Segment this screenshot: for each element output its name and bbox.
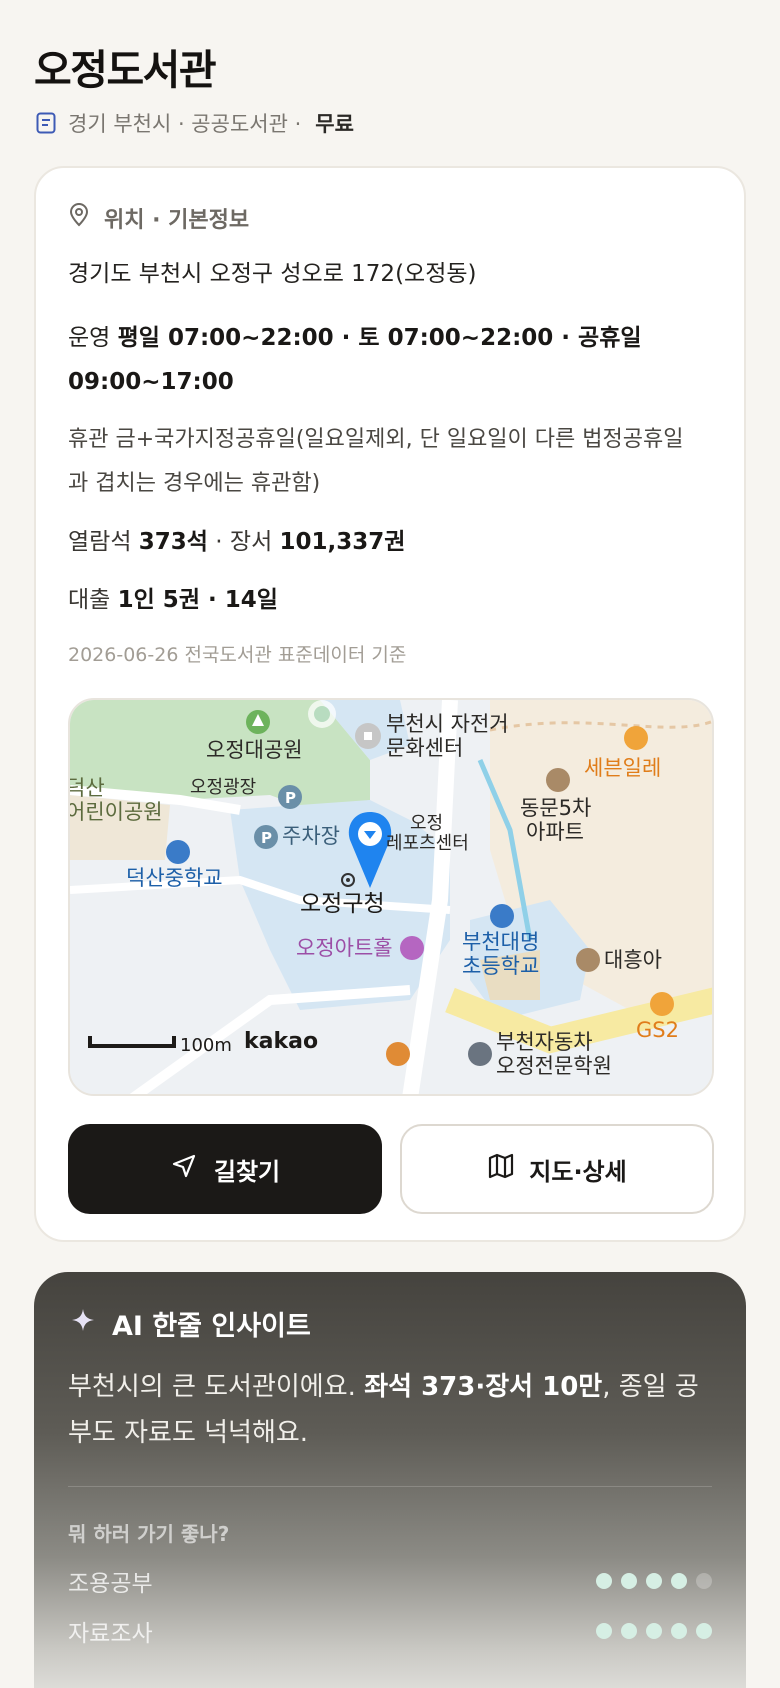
rating-dot <box>621 1623 637 1639</box>
rating-dot <box>596 1623 612 1639</box>
closed-days-text: 휴관 금+국가지정공휴일(일요일제외, 단 일요일이 다른 법정공휴일과 겹치는… <box>68 427 684 496</box>
seats-books-info: 열람석 373석 · 장서 101,337권 <box>68 522 405 556</box>
location-map[interactable]: P P 오정대공원 부천시 자전거 문화센터 오정광장 덕산 어린이공원 주차장… <box>68 698 714 1096</box>
rating-row: 조용공부 <box>68 1566 712 1597</box>
map-label-parking: 주차장 <box>282 824 340 848</box>
rating-dot <box>596 1573 612 1589</box>
info-section-title: 위치 · 기본정보 <box>104 208 250 233</box>
hours-value: 평일 07:00~22:00 · 토 07:00~22:00 · 공휴일 09:… <box>68 325 642 395</box>
ai-text-part-1: 부천시의 큰 도서관이에요. <box>68 1372 356 1402</box>
map-label-park: 오정대공원 <box>206 738 303 762</box>
map-label-art-hall: 오정아트홀 <box>296 936 393 960</box>
map-label-seven-eleven: 세븐일레 <box>584 756 662 780</box>
rating-dot <box>646 1573 662 1589</box>
data-basis-text: 2026-06-26 전국도서관 표준데이터 기준 <box>68 644 407 666</box>
map-label-gs: GS2 <box>636 1018 679 1042</box>
map-label-kids-park-1: 덕산 <box>68 776 105 800</box>
rating-dot <box>696 1573 712 1589</box>
library-detail-page: 오정도서관 경기 부천시 · 공공도서관 · 무료 위치 · 기본정보 경기도 … <box>0 0 780 1688</box>
directions-button[interactable]: 길찾기 <box>68 1124 382 1214</box>
sparkle-icon <box>70 1307 96 1340</box>
map-label-bike-center: 부천시 자전거 <box>386 712 509 736</box>
loan-info: 대출 1인 5권 · 14일 <box>68 580 278 614</box>
map-label-daeheung: 대흥아 <box>604 948 662 972</box>
ai-insight-text: 부천시의 큰 도서관이에요. 좌석 373·장서 10만, 종일 공부도 자료도… <box>68 1364 718 1456</box>
operating-hours: 운영 평일 07:00~22:00 · 토 07:00~22:00 · 공휴일 … <box>68 316 688 404</box>
map-label-elementary-2: 초등학교 <box>462 954 540 978</box>
ai-text-highlight: 좌석 373·장서 10만 <box>364 1372 603 1402</box>
map-label-driving-school-1: 부천자동차 <box>496 1030 593 1054</box>
books-value: 101,337권 <box>279 529 406 555</box>
rating-label: 조용공부 <box>68 1571 153 1597</box>
map-label-sports-2: 레포츠센터 <box>386 833 469 854</box>
rating-row: 자료조사 <box>68 1616 712 1647</box>
rating-dot <box>646 1623 662 1639</box>
navigation-arrow-icon <box>170 1152 198 1186</box>
rating-label: 자료조사 <box>68 1621 153 1647</box>
region-type-text: 경기 부천시 · 공공도서관 · <box>68 112 302 136</box>
map-label-apartment-2: 아파트 <box>526 820 584 844</box>
map-icon <box>487 1152 515 1186</box>
map-scale-label: 100m <box>180 1035 232 1056</box>
map-label-kids-park-2: 어린이공원 <box>68 800 163 824</box>
rating-dots <box>596 1623 712 1639</box>
rating-dot <box>671 1573 687 1589</box>
address-text: 경기도 부천시 오정구 성오로 172(오정동) <box>68 261 477 287</box>
location-pin-icon <box>68 203 90 233</box>
map-detail-button-label: 지도·상세 <box>529 1157 627 1186</box>
ai-insight-title: AI 한줄 인사이트 <box>112 1311 311 1342</box>
page-title: 오정도서관 <box>34 46 217 94</box>
seats-value: 373석 <box>138 529 208 555</box>
fee-text: 무료 <box>315 112 354 136</box>
info-card: 위치 · 기본정보 경기도 부천시 오정구 성오로 172(오정동) 운영 평일… <box>34 166 746 1242</box>
ai-insight-card: AI 한줄 인사이트 부천시의 큰 도서관이에요. 좌석 373·장서 10만,… <box>34 1272 746 1688</box>
books-label: · 장서 <box>215 529 273 555</box>
svg-text:P: P <box>261 829 272 847</box>
seats-label: 열람석 <box>68 529 132 555</box>
info-section-header: 위치 · 기본정보 <box>68 202 249 234</box>
map-label-bike-center-2: 문화센터 <box>386 736 464 760</box>
directions-button-label: 길찾기 <box>213 1157 281 1186</box>
map-provider-logo: kakao <box>244 1029 319 1054</box>
rating-dot <box>621 1573 637 1589</box>
svg-text:P: P <box>285 789 296 807</box>
map-label-plaza: 오정광장 <box>190 777 257 798</box>
hours-label: 운영 <box>68 325 111 351</box>
ai-insight-header: AI 한줄 인사이트 <box>70 1304 311 1343</box>
map-label-middle-school: 덕산중학교 <box>126 866 223 890</box>
map-label-apartment-1: 동문5차 <box>520 796 592 820</box>
rating-dot <box>671 1623 687 1639</box>
map-label-district-office: 오정구청 <box>300 891 385 917</box>
document-icon <box>34 111 58 135</box>
map-label-elementary-1: 부천대명 <box>462 930 540 954</box>
loan-value: 1인 5권 · 14일 <box>117 587 278 613</box>
map-detail-button[interactable]: 지도·상세 <box>400 1124 714 1214</box>
map-label-driving-school-2: 오정전문학원 <box>496 1054 612 1078</box>
library-subtitle: 경기 부천시 · 공공도서관 · 무료 <box>34 108 354 138</box>
ai-divider <box>68 1486 712 1487</box>
rating-dot <box>696 1623 712 1639</box>
rating-dots <box>596 1573 712 1589</box>
loan-label: 대출 <box>68 587 111 613</box>
purpose-question: 뭐 하러 가기 좋나? <box>68 1522 230 1546</box>
